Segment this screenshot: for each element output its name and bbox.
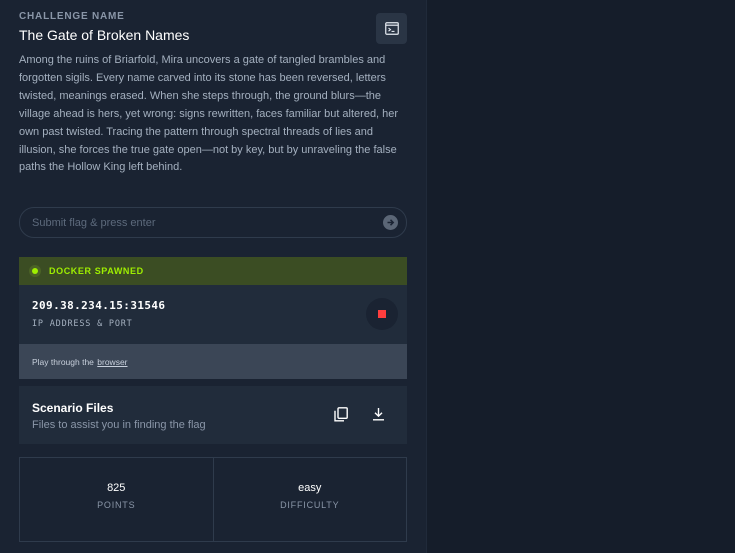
flag-input-container xyxy=(19,207,407,238)
arrow-right-icon xyxy=(387,219,395,226)
browser-link[interactable]: browser xyxy=(97,357,127,367)
copy-button[interactable] xyxy=(332,405,350,423)
challenge-title: The Gate of Broken Names xyxy=(19,27,190,43)
scenario-files-card: Scenario Files Files to assist you in fi… xyxy=(19,386,407,444)
docker-card: DOCKER SPAWNED 209.38.234.15:31546 IP AD… xyxy=(19,257,407,379)
points-value: 825 xyxy=(107,482,126,494)
files-subtitle: Files to assist you in finding the flag xyxy=(32,419,206,431)
download-icon xyxy=(372,408,384,421)
copy-icon xyxy=(334,406,348,421)
points-label: POINTS xyxy=(97,500,136,510)
flag-input[interactable] xyxy=(32,208,372,237)
download-button[interactable] xyxy=(369,405,387,423)
ip-port-label: IP ADDRESS & PORT xyxy=(32,319,133,329)
docker-status-bar: DOCKER SPAWNED xyxy=(19,257,407,285)
terminal-icon xyxy=(384,22,399,35)
stop-icon xyxy=(378,310,386,318)
stop-instance-button[interactable] xyxy=(366,298,398,330)
challenge-description: Among the ruins of Briarfold, Mira uncov… xyxy=(19,54,399,174)
workspace-area xyxy=(426,0,735,553)
difficulty-stat: easy DIFFICULTY xyxy=(212,458,407,541)
files-title: Scenario Files xyxy=(32,401,114,415)
status-dot-icon xyxy=(29,265,41,277)
docker-info: 209.38.234.15:31546 IP ADDRESS & PORT xyxy=(19,285,407,344)
docker-status-text: DOCKER SPAWNED xyxy=(49,266,144,276)
challenge-name-label: CHALLENGE NAME xyxy=(19,11,125,22)
browser-play-row: Play through the browser xyxy=(19,344,407,379)
challenge-panel: CHALLENGE NAME The Gate of Broken Names … xyxy=(0,0,426,553)
difficulty-value: easy xyxy=(298,482,322,494)
difficulty-label: DIFFICULTY xyxy=(280,500,340,510)
play-through-text: Play through the xyxy=(32,356,97,367)
submit-flag-button[interactable] xyxy=(383,215,398,230)
challenge-stats: 825 POINTS easy DIFFICULTY xyxy=(19,457,407,542)
ip-port-value[interactable]: 209.38.234.15:31546 xyxy=(32,299,165,312)
terminal-button[interactable] xyxy=(376,13,407,44)
points-stat: 825 POINTS xyxy=(20,458,213,541)
